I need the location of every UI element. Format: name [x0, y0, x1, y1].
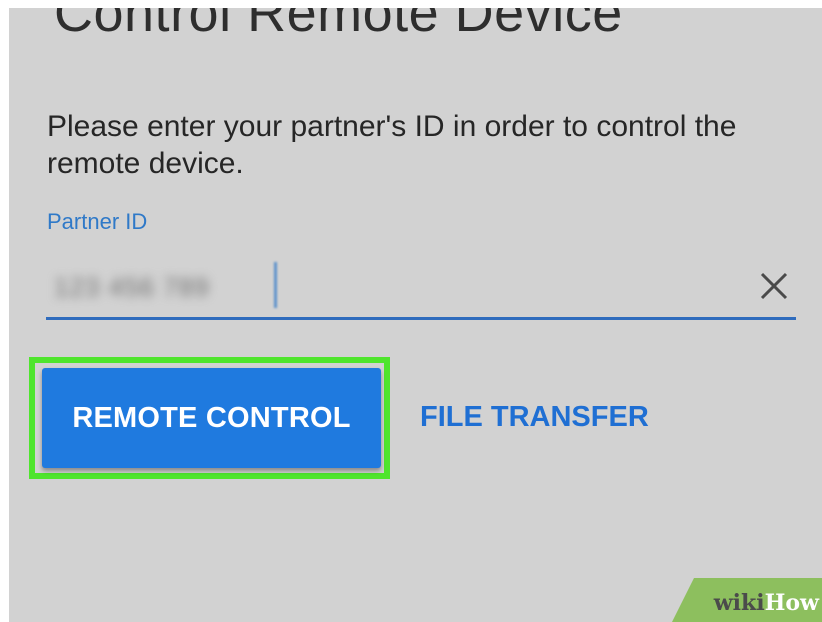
text-cursor [274, 262, 277, 308]
page-title: Control Remote Device [54, 8, 623, 43]
remote-control-button[interactable]: REMOTE CONTROL [42, 368, 381, 468]
watermark-part-how: How [764, 590, 819, 616]
instruction-text: Please enter your partner's ID in order … [47, 110, 737, 180]
watermark-label: wikiHow [714, 590, 819, 616]
app-screen: Control Remote Device Please enter your … [9, 8, 822, 622]
partner-id-value: 123 456 789 [54, 272, 210, 302]
wikihow-watermark: wikiHow [672, 578, 822, 622]
field-underline [46, 317, 796, 320]
close-icon [760, 272, 788, 300]
watermark-part-wiki: wiki [713, 590, 765, 616]
clear-button[interactable] [754, 266, 794, 306]
partner-id-label: Partner ID [47, 209, 148, 234]
partner-id-field[interactable]: 123 456 789 [46, 248, 796, 320]
file-transfer-button[interactable]: FILE TRANSFER [420, 401, 649, 434]
